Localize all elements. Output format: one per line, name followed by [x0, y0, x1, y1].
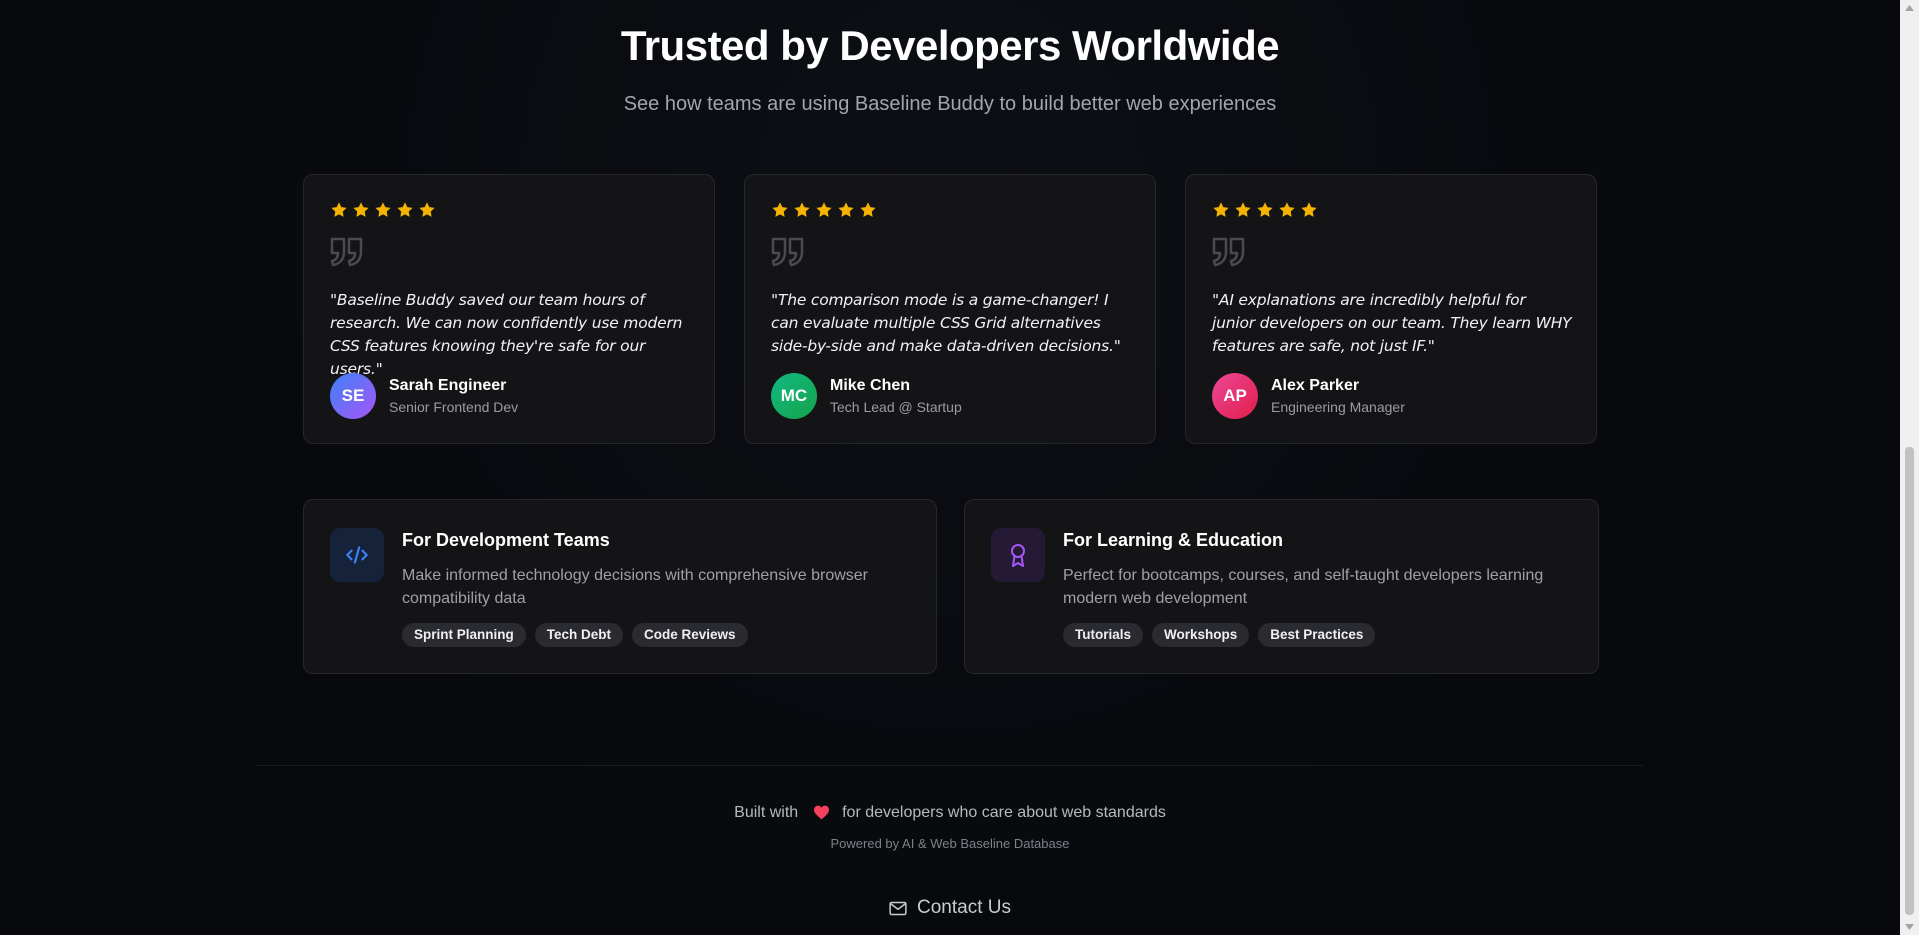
scroll-down-arrow-icon[interactable]: [1900, 919, 1919, 935]
star-icon: [375, 202, 391, 217]
tag: Workshops: [1152, 623, 1250, 647]
use-case-title: For Learning & Education: [1063, 530, 1284, 550]
testimonial-quote: "The comparison mode is a game-changer! …: [771, 291, 1121, 355]
powered-by: Powered by AI & Web Baseline Database: [830, 836, 1070, 851]
use-case-description: Make informed technology decisions with …: [402, 567, 868, 607]
tag-list: Tutorials Workshops Best Practices: [1063, 623, 1376, 647]
use-case-card-teams: For Development Teams Make informed tech…: [303, 499, 937, 674]
use-case-title: For Development Teams: [402, 530, 610, 550]
award-icon: [991, 528, 1045, 582]
author-role: Engineering Manager: [1271, 399, 1405, 415]
star-icon: [838, 202, 854, 217]
use-cases-grid: For Development Teams Make informed tech…: [303, 499, 1599, 675]
star-rating: [1212, 201, 1318, 219]
avatar: SE: [330, 373, 376, 419]
tag: Code Reviews: [632, 623, 748, 647]
star-icon: [1279, 202, 1295, 217]
code-icon: [330, 528, 384, 582]
star-rating: [330, 201, 436, 219]
built-suffix: for developers who care about web standa…: [842, 804, 1166, 821]
star-icon: [860, 202, 876, 217]
contact-label[interactable]: Contact Us: [917, 897, 1011, 919]
star-icon: [1213, 202, 1229, 217]
tag: Tutorials: [1063, 623, 1144, 647]
use-case-card-education: For Learning & Education Perfect for boo…: [964, 499, 1599, 674]
mail-icon: [889, 901, 907, 915]
footer-built-with: Built with for developers who care about…: [0, 804, 1900, 822]
star-icon: [794, 202, 810, 217]
author-role: Senior Frontend Dev: [389, 399, 519, 415]
quote-icon: [330, 237, 363, 267]
quote-icon: [771, 237, 804, 267]
scroll-thumb[interactable]: [1905, 447, 1914, 915]
tag: Tech Debt: [534, 623, 624, 647]
contact-us-link[interactable]: Contact Us: [0, 897, 1900, 919]
author-name: Mike Chen: [830, 377, 911, 394]
testimonial-quote: "AI explanations are incredibly helpful …: [1212, 291, 1572, 355]
tag: Best Practices: [1258, 623, 1376, 647]
testimonial-author: SE Sarah Engineer Senior Frontend Dev: [330, 373, 518, 419]
testimonials-grid: "Baseline Buddy saved our team hours of …: [303, 174, 1599, 446]
star-icon: [353, 202, 369, 217]
author-name: Alex Parker: [1271, 377, 1360, 394]
star-icon: [331, 202, 347, 217]
testimonial-card: "The comparison mode is a game-changer! …: [744, 174, 1156, 444]
section-subtitle: See how teams are using Baseline Buddy t…: [623, 93, 1277, 115]
heart-icon: [813, 805, 829, 820]
footer-divider: [257, 765, 1643, 766]
tag: Sprint Planning: [402, 623, 526, 647]
star-icon: [1257, 202, 1273, 217]
avatar: AP: [1212, 373, 1258, 419]
tag-list: Sprint Planning Tech Debt Code Reviews: [402, 623, 748, 647]
scroll-up-arrow-icon[interactable]: [1900, 0, 1919, 16]
section-title: Trusted by Developers Worldwide: [620, 22, 1280, 69]
star-icon: [397, 202, 413, 217]
page: Trusted by Developers Worldwide See how …: [0, 0, 1900, 935]
built-prefix: Built with: [734, 804, 799, 821]
star-rating: [771, 201, 877, 219]
testimonial-card: "AI explanations are incredibly helpful …: [1185, 174, 1597, 444]
vertical-scrollbar[interactable]: [1900, 0, 1919, 935]
star-icon: [772, 202, 788, 217]
testimonial-card: "Baseline Buddy saved our team hours of …: [303, 174, 715, 444]
star-icon: [419, 202, 435, 217]
use-case-description: Perfect for bootcamps, courses, and self…: [1063, 567, 1544, 607]
quote-icon: [1212, 237, 1245, 267]
star-icon: [816, 202, 832, 217]
star-icon: [1301, 202, 1317, 217]
testimonial-author: MC Mike Chen Tech Lead @ Startup: [771, 373, 962, 419]
testimonial-author: AP Alex Parker Engineering Manager: [1212, 373, 1405, 419]
author-name: Sarah Engineer: [389, 377, 507, 394]
testimonial-quote: "Baseline Buddy saved our team hours of …: [330, 291, 683, 378]
avatar: MC: [771, 373, 817, 419]
star-icon: [1235, 202, 1251, 217]
author-role: Tech Lead @ Startup: [830, 399, 962, 415]
